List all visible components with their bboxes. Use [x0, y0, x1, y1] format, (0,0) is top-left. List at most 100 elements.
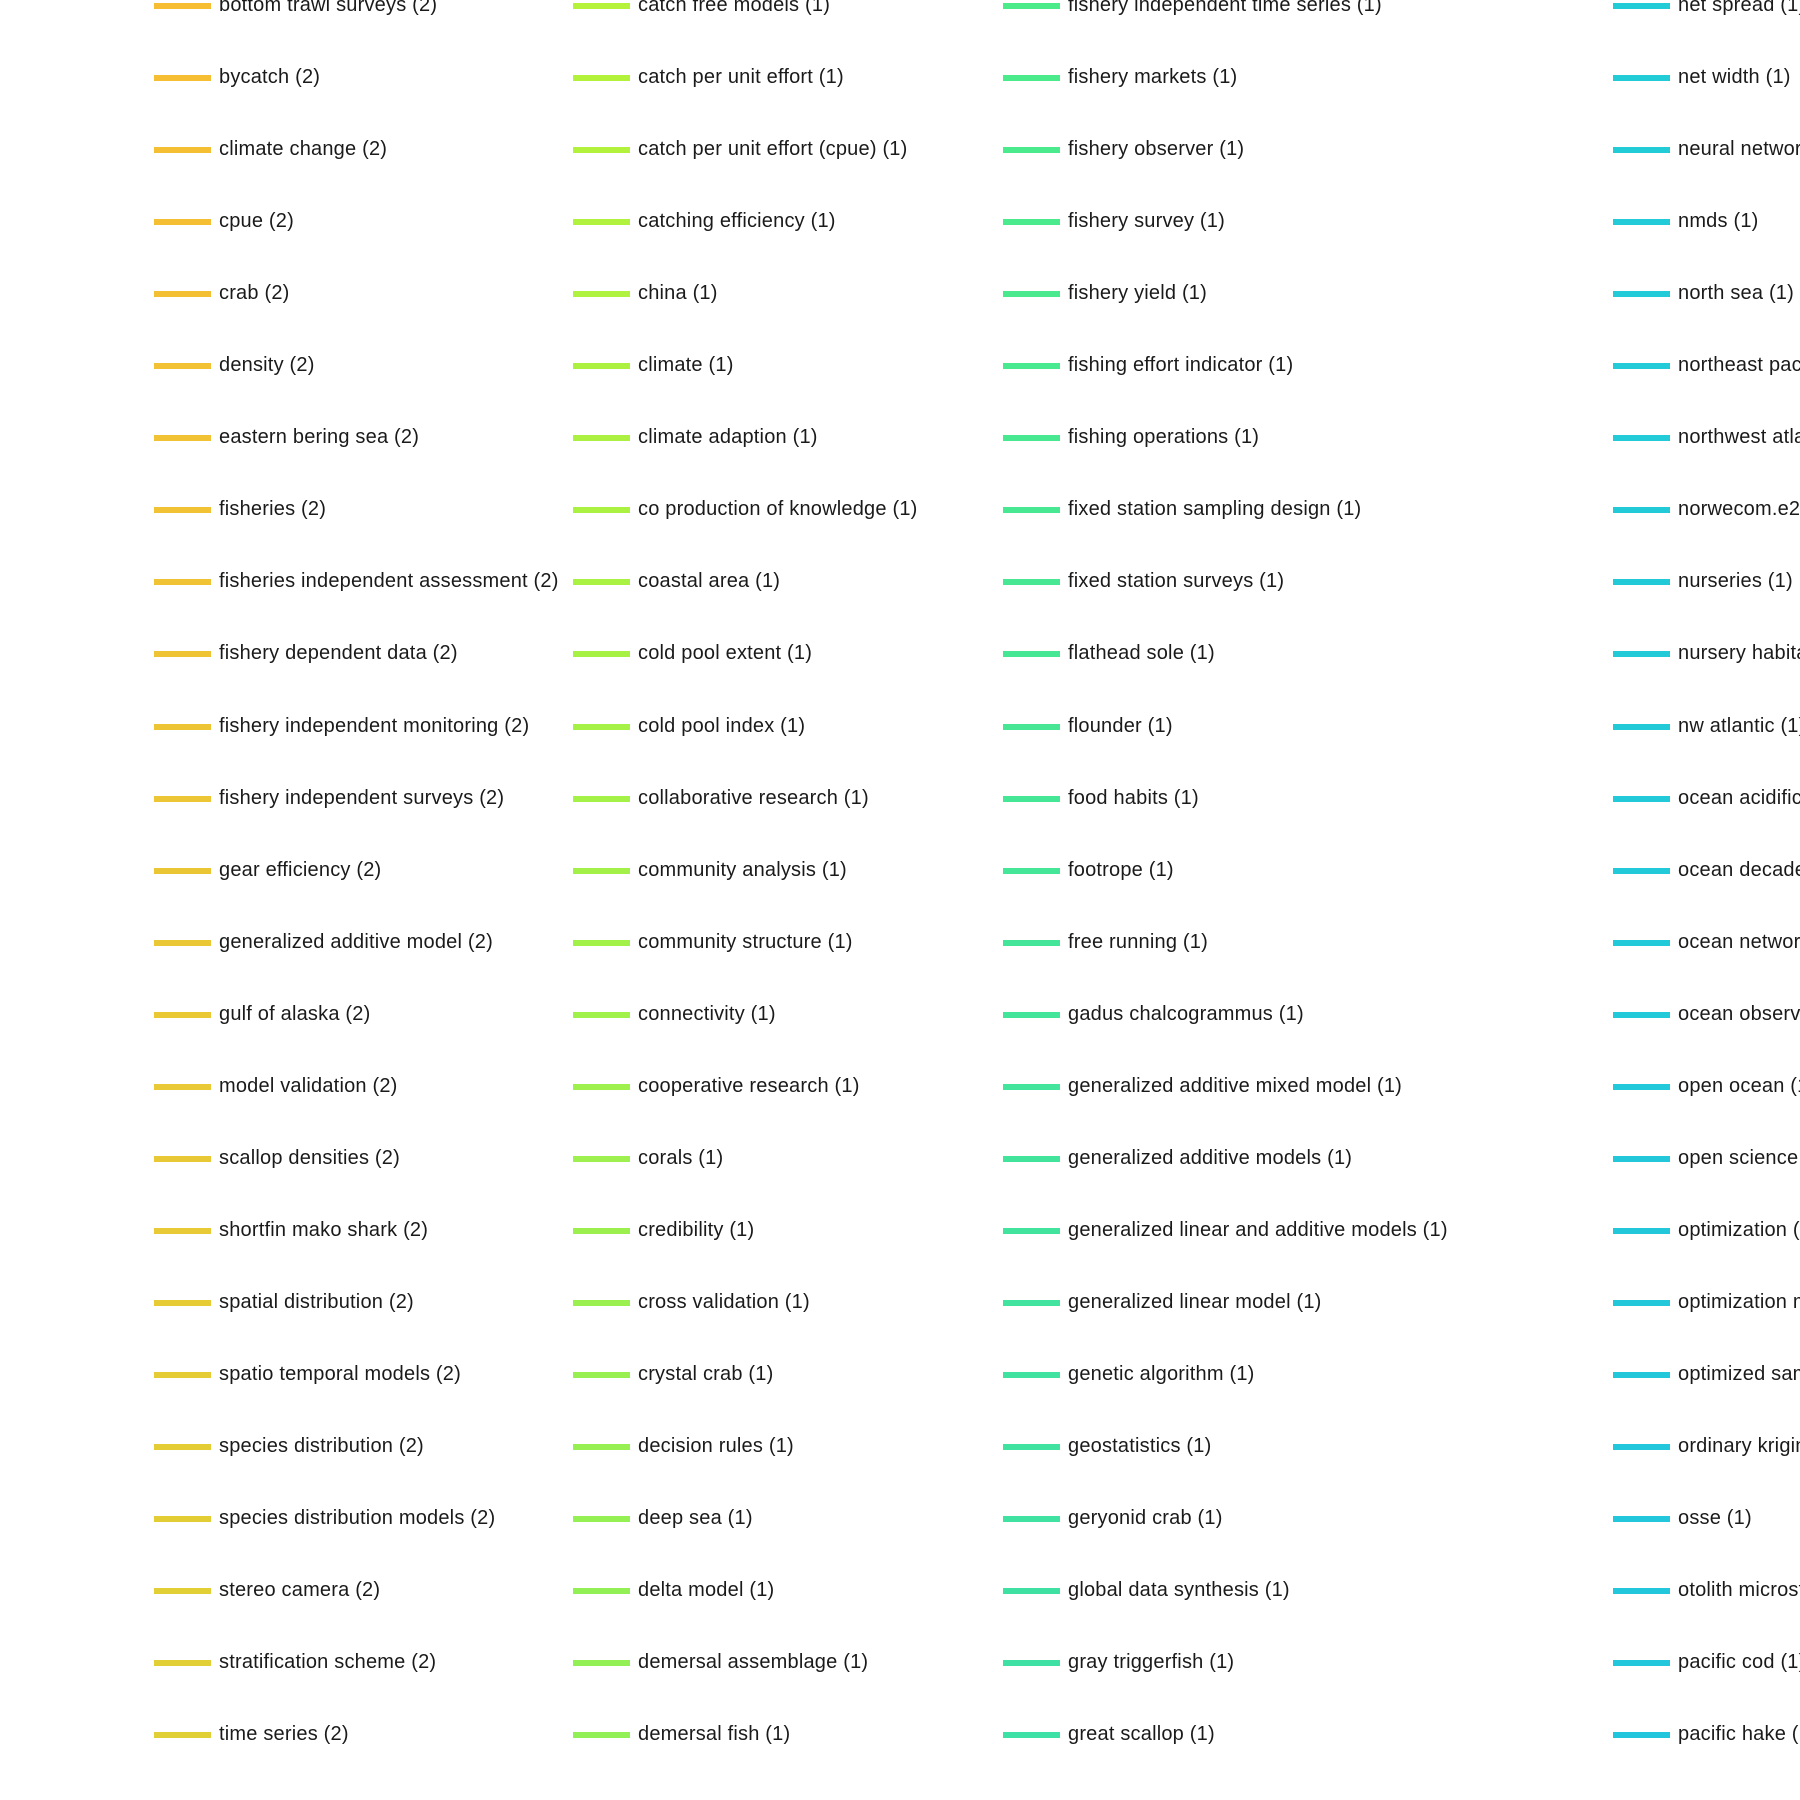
- legend-swatch: [1003, 939, 1060, 946]
- legend-swatch: [573, 435, 630, 442]
- legend-swatch: [1003, 1011, 1060, 1018]
- legend-label: flounder (1): [1068, 714, 1173, 737]
- legend-label: fishery yield (1): [1068, 282, 1207, 305]
- legend-swatch: [1003, 579, 1060, 586]
- legend-swatch: [1003, 1299, 1060, 1306]
- legend-swatch: [1613, 867, 1670, 874]
- legend-label: shortfin mako shark (2): [219, 1218, 429, 1241]
- legend-column-1: bottom trawl surveys (2) bycatch (2) clima…: [154, 0, 568, 1800]
- legend-label: neural networks (1): [1678, 138, 1800, 161]
- legend-swatch: [573, 1660, 630, 1667]
- legend-label: open science (1): [1678, 1146, 1800, 1169]
- legend-label: flathead sole (1): [1068, 642, 1215, 665]
- legend-swatch: [154, 363, 211, 370]
- legend-label: density (2): [219, 354, 315, 377]
- legend-swatch: [573, 1155, 630, 1162]
- legend-swatch: [1613, 795, 1670, 802]
- legend-label: generalized additive model (2): [219, 930, 493, 953]
- legend-label: nursery habitat (1): [1678, 642, 1800, 665]
- legend-swatch: [1003, 1444, 1060, 1450]
- legend-swatch: [154, 1299, 211, 1306]
- legend-swatch: [154, 1660, 211, 1667]
- legend-swatch: [1613, 219, 1670, 226]
- legend-label: pacific hake (1): [1678, 1723, 1800, 1746]
- legend-swatch: [1003, 1588, 1060, 1595]
- legend-label: gray triggerfish (1): [1068, 1651, 1235, 1674]
- legend-label: china (1): [638, 282, 718, 305]
- legend-swatch: [573, 1732, 630, 1739]
- legend-label: cooperative research (1): [638, 1074, 860, 1097]
- legend-label: ocean decade (1): [1678, 858, 1800, 881]
- legend-label: fishery dependent data (2): [219, 642, 458, 665]
- legend-label: north sea (1): [1678, 282, 1794, 305]
- legend-swatch: [154, 579, 211, 586]
- legend-swatch: [154, 291, 211, 298]
- legend-swatch: [1003, 1516, 1060, 1523]
- legend-swatch: [154, 75, 211, 82]
- legend-swatch: [154, 1011, 211, 1018]
- legend-swatch: [1613, 1732, 1670, 1739]
- legend-swatch: [1613, 507, 1670, 514]
- legend-swatch: [154, 1083, 211, 1090]
- legend-label: cold pool index (1): [638, 714, 806, 737]
- legend-label: time series (2): [219, 1723, 349, 1746]
- legend-swatch: [1613, 1227, 1670, 1234]
- legend-label: climate change (2): [219, 138, 388, 161]
- legend-swatch: [1003, 363, 1060, 370]
- legend-label: genetic algorithm (1): [1068, 1362, 1255, 1385]
- legend-label: great scallop (1): [1068, 1723, 1215, 1746]
- legend-column-2: catch free models (1) catch per unit effo…: [573, 0, 998, 1800]
- legend-label: coastal area (1): [638, 570, 781, 593]
- legend-swatch: [573, 1299, 630, 1306]
- legend-swatch: [154, 507, 211, 514]
- legend-swatch: [573, 1516, 630, 1523]
- legend-swatch: [1003, 651, 1060, 658]
- legend-swatch: [1613, 291, 1670, 298]
- legend-swatch: [573, 1011, 630, 1018]
- legend-swatch: [573, 219, 630, 226]
- legend-swatch: [573, 867, 630, 874]
- legend-label: deep sea (1): [638, 1507, 753, 1530]
- legend-swatch: [1003, 435, 1060, 442]
- legend-swatch: [573, 363, 630, 370]
- legend-label: cold pool extent (1): [638, 642, 813, 665]
- legend-swatch: [573, 3, 630, 9]
- legend-label: catch free models (1): [638, 0, 831, 16]
- legend-column-4: net spread (1) net width (1) neural networ…: [1613, 0, 1800, 1800]
- chart-legend: bottom trawl surveys (2) bycatch (2) clima…: [0, 0, 1800, 1800]
- legend-swatch: [154, 867, 211, 874]
- legend-label: demersal assemblage (1): [638, 1651, 869, 1674]
- legend-swatch: [1003, 1732, 1060, 1739]
- legend-label: corals (1): [638, 1146, 724, 1169]
- legend-swatch: [1613, 1444, 1670, 1450]
- legend-label: optimization methods (1): [1678, 1290, 1800, 1313]
- legend-swatch: [1613, 1516, 1670, 1523]
- legend-label: delta model (1): [638, 1579, 775, 1602]
- legend-label: demersal fish (1): [638, 1723, 791, 1746]
- legend-label: northeast pacific (1): [1678, 354, 1800, 377]
- legend-swatch: [1613, 1155, 1670, 1162]
- legend-label: bottom trawl surveys (2): [219, 0, 438, 16]
- legend-swatch: [573, 1588, 630, 1595]
- legend-swatch: [154, 651, 211, 658]
- legend-label: ocean networks (1): [1678, 930, 1800, 953]
- legend-label: geryonid crab (1): [1068, 1507, 1223, 1530]
- legend-label: generalized linear and additive models (…: [1068, 1218, 1448, 1241]
- legend-label: northwest atlantic (1): [1678, 426, 1800, 449]
- legend-swatch: [154, 1588, 211, 1595]
- legend-swatch: [573, 939, 630, 946]
- legend-label: optimization (1): [1678, 1218, 1800, 1241]
- legend-swatch: [573, 1083, 630, 1090]
- legend-label: catch per unit effort (1): [638, 66, 844, 89]
- legend-swatch: [573, 147, 630, 154]
- legend-label: osse (1): [1678, 1507, 1752, 1530]
- legend-swatch: [1003, 1227, 1060, 1234]
- legend-label: eastern bering sea (2): [219, 426, 420, 449]
- legend-swatch: [1003, 1083, 1060, 1090]
- legend-swatch: [154, 147, 211, 154]
- legend-swatch: [154, 795, 211, 802]
- legend-label: nurseries (1): [1678, 570, 1793, 593]
- legend-label: credibility (1): [638, 1218, 755, 1241]
- legend-label: gadus chalcogrammus (1): [1068, 1002, 1304, 1025]
- legend-label: fishery independent time series (1): [1068, 0, 1382, 16]
